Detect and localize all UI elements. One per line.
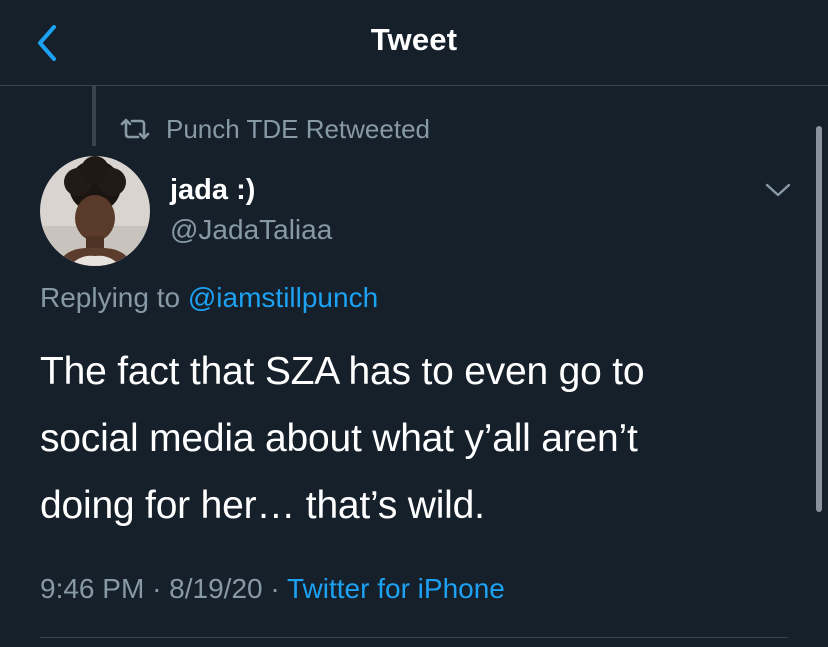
retweet-context[interactable]: Punch TDE Retweeted bbox=[118, 112, 430, 146]
divider bbox=[40, 637, 788, 638]
tweet-meta: 9:46 PM · 8/19/20 · Twitter for iPhone bbox=[40, 573, 505, 605]
author-handle[interactable]: @JadaTaliaa bbox=[170, 214, 332, 246]
author-name[interactable]: jada :) bbox=[170, 174, 255, 207]
retweet-label: Punch TDE Retweeted bbox=[166, 113, 430, 144]
tweet-menu-button[interactable] bbox=[760, 172, 796, 208]
chevron-down-icon bbox=[765, 183, 791, 197]
retweet-icon bbox=[118, 117, 152, 141]
page-title: Tweet bbox=[370, 22, 458, 57]
scrollbar[interactable] bbox=[816, 126, 822, 512]
meta-separator: · bbox=[152, 573, 162, 604]
thread-connector-line bbox=[92, 86, 96, 146]
replying-to: Replying to @iamstillpunch bbox=[40, 282, 378, 314]
avatar[interactable] bbox=[40, 156, 150, 266]
meta-separator: · bbox=[270, 573, 280, 604]
tweet-text: The fact that SZA has to even go to soci… bbox=[40, 350, 645, 527]
top-bar: Tweet bbox=[0, 0, 828, 86]
replying-prefix: Replying to bbox=[40, 282, 181, 313]
tweet-source-link[interactable]: Twitter for iPhone bbox=[287, 573, 505, 604]
tweet-time: 9:46 PM bbox=[40, 573, 145, 604]
mention-link[interactable]: @iamstillpunch bbox=[188, 282, 378, 313]
tweet-date: 8/19/20 bbox=[169, 573, 263, 604]
